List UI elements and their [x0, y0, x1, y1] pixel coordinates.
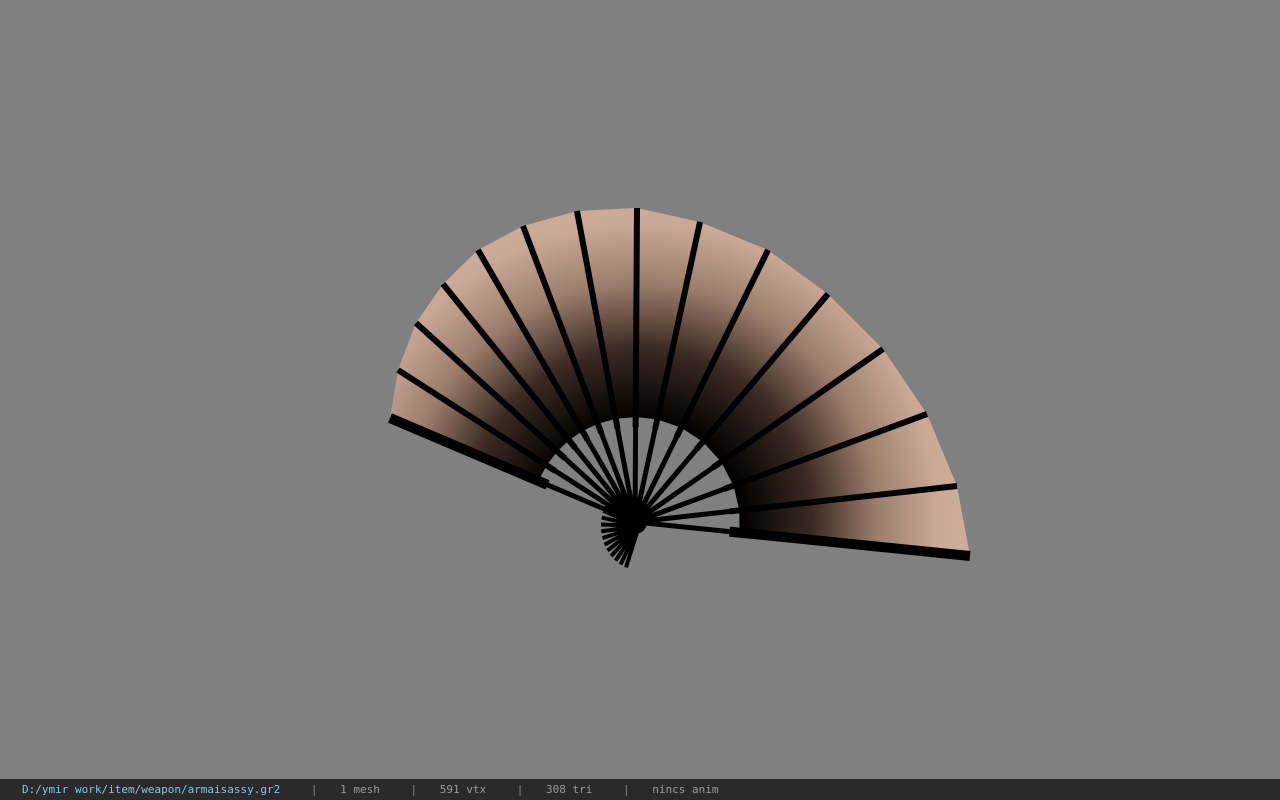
fan-rivet [623, 510, 647, 534]
status-bar: D:/ymir work/item/weapon/armaisassy.gr2 … [0, 779, 1280, 800]
status-separator: | [310, 783, 318, 796]
fan-inner-rib [632, 411, 639, 515]
status-separator: | [516, 783, 524, 796]
triangle-count: 308 tri [546, 783, 593, 796]
animation-status: nincs anim [652, 783, 719, 796]
status-separator: | [623, 783, 630, 796]
fan-inner-rib [642, 520, 745, 536]
fan-model [388, 207, 971, 568]
status-separator: | [410, 783, 418, 796]
file-path: D:/ymir work/item/weapon/armaisassy.gr2 [22, 783, 281, 796]
mesh-count: 1 mesh [340, 783, 380, 796]
3d-viewport[interactable] [0, 0, 1280, 779]
fan-pivot [600, 502, 647, 568]
fan-rib [632, 207, 640, 428]
vertex-count: 591 vtx [439, 783, 487, 796]
